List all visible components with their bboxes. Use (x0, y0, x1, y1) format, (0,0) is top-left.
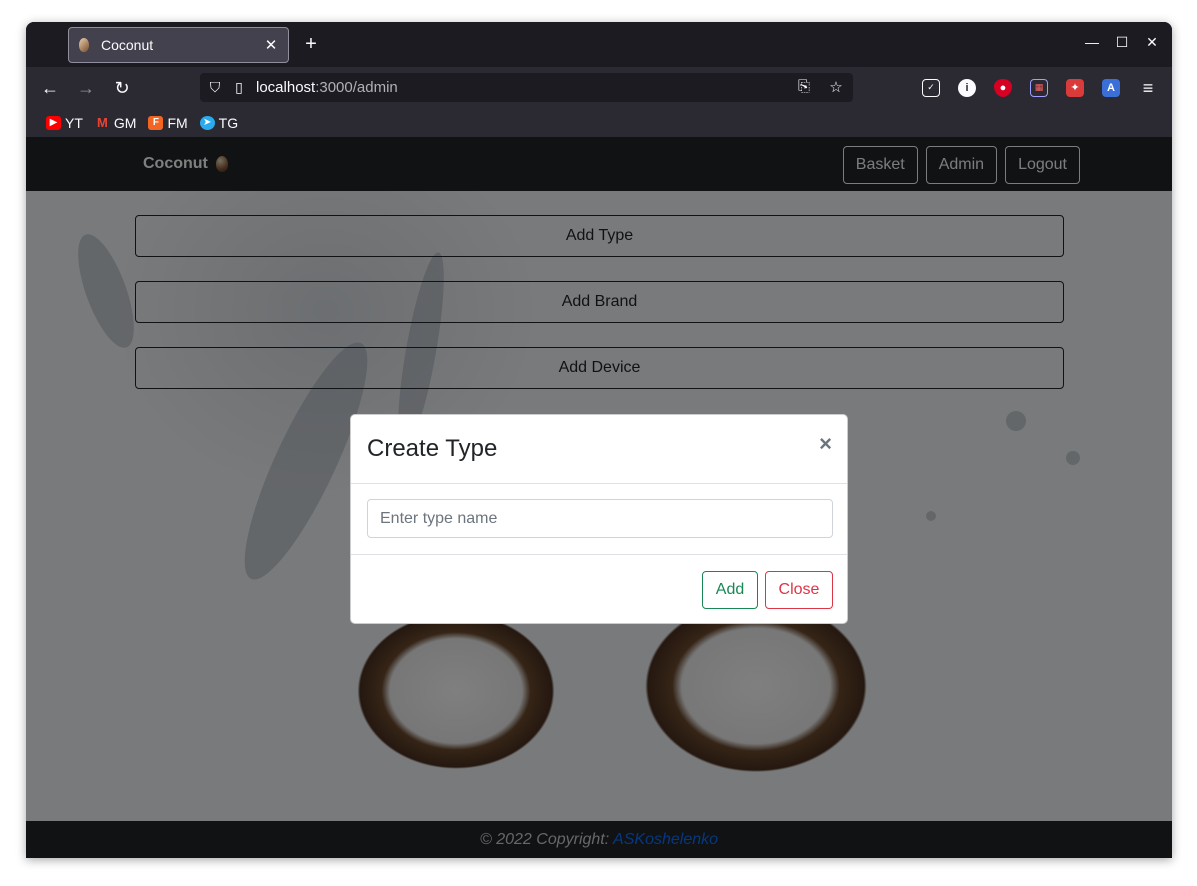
youtube-icon: ▶ (46, 115, 61, 130)
red-extension-icon[interactable]: ✦ (1066, 79, 1084, 97)
modal-body (351, 484, 847, 555)
bookmark-fm[interactable]: F FM (148, 115, 188, 131)
modal-close-icon[interactable]: × (819, 431, 832, 457)
back-icon[interactable]: ← (38, 76, 62, 100)
minimize-icon[interactable]: — (1082, 34, 1102, 50)
browser-tab[interactable]: Coconut ✕ (68, 27, 289, 63)
url-bar[interactable]: ⛉ ▯ localhost:3000/admin ⎘ ☆ (200, 73, 853, 102)
close-window-icon[interactable]: ✕ (1142, 34, 1162, 51)
modal-header: Create Type × (351, 415, 847, 484)
create-type-modal: Create Type × Add Close (350, 414, 848, 624)
browser-window: Coconut ✕ + — ☐ ✕ ← → ↻ ⛉ ▯ localhost:30… (26, 22, 1172, 858)
coconut-favicon-icon (79, 38, 89, 52)
ublock-icon[interactable]: ● (994, 79, 1012, 97)
modal-footer: Add Close (351, 555, 847, 624)
nav-toolbar: ← → ↻ ⛉ ▯ localhost:3000/admin ⎘ ☆ ✓ i ●… (26, 67, 1172, 108)
gmail-icon: M (94, 115, 110, 130)
bookmarks-bar: ▶ YT M GM F FM ➤ TG (26, 108, 1172, 137)
close-button[interactable]: Close (765, 571, 833, 609)
grid-extension-icon[interactable]: ▦ (1030, 79, 1048, 97)
close-tab-icon[interactable]: ✕ (264, 36, 278, 54)
bookmark-gm[interactable]: M GM (94, 115, 136, 131)
telegram-icon: ➤ (199, 115, 215, 130)
translate-icon[interactable]: ⎘ (795, 78, 813, 96)
reload-icon[interactable]: ↻ (110, 76, 134, 100)
shield-icon[interactable]: ⛉ (206, 79, 224, 96)
fm-icon: F (148, 115, 164, 130)
maximize-icon[interactable]: ☐ (1112, 34, 1132, 51)
bookmark-yt[interactable]: ▶ YT (46, 115, 83, 131)
bookmark-tg[interactable]: ➤ TG (199, 115, 238, 131)
bookmark-star-icon[interactable]: ☆ (827, 78, 845, 96)
modal-title: Create Type (367, 435, 498, 462)
pocket-icon[interactable]: ✓ (922, 79, 940, 97)
tab-title: Coconut (101, 37, 154, 53)
page-viewport: Coconut Basket Admin Logout Add Type Add… (26, 137, 1172, 858)
menu-icon[interactable]: ≡ (1136, 76, 1160, 100)
page-icon[interactable]: ▯ (230, 79, 248, 96)
url-text[interactable]: localhost:3000/admin (256, 79, 398, 96)
google-translate-icon[interactable]: A (1102, 79, 1120, 97)
tab-strip: Coconut ✕ + — ☐ ✕ (26, 22, 1172, 67)
info-extension-icon[interactable]: i (958, 79, 976, 97)
new-tab-icon[interactable]: + (301, 34, 321, 54)
type-name-input[interactable] (367, 499, 833, 538)
add-button[interactable]: Add (702, 571, 758, 609)
forward-icon[interactable]: → (74, 76, 98, 100)
